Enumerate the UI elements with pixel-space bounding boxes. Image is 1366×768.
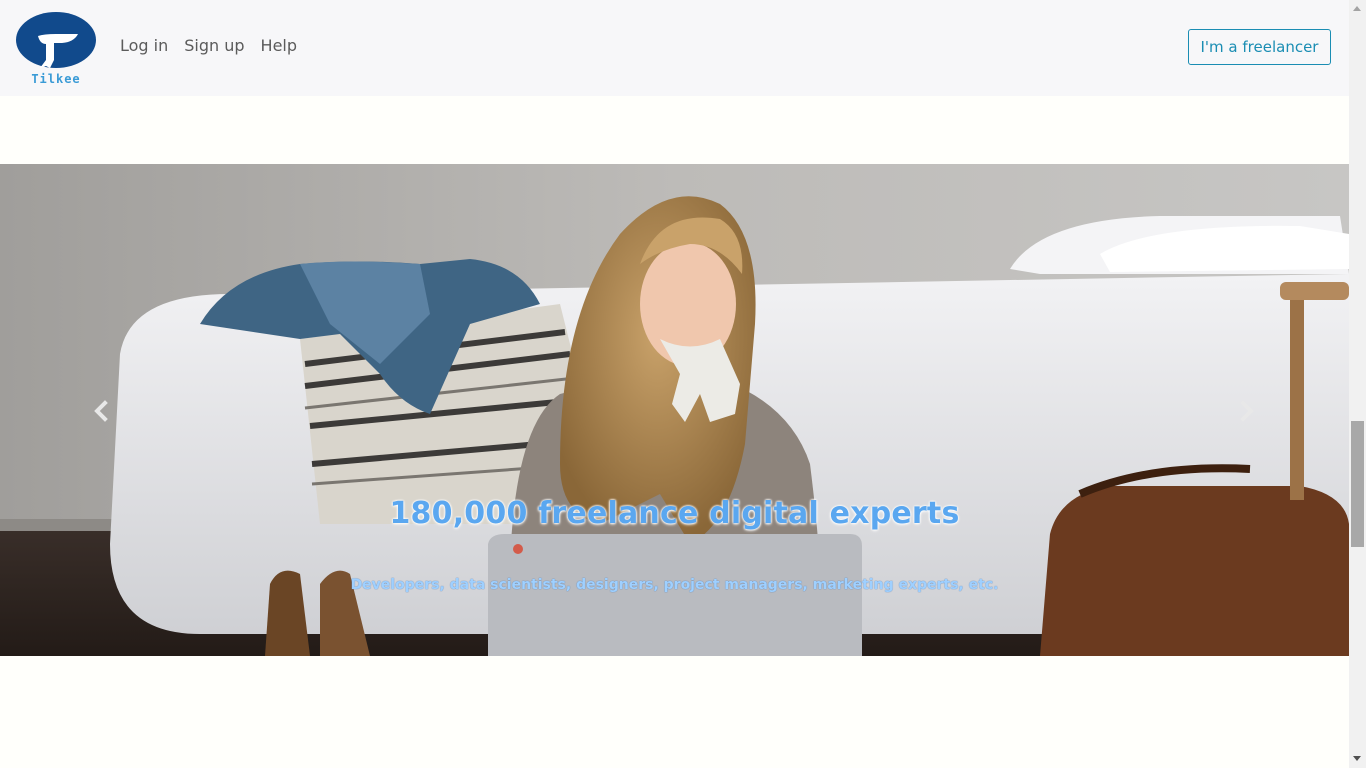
nav-signup-link[interactable]: Sign up (184, 36, 244, 56)
scroll-thumb[interactable] (1351, 421, 1364, 547)
nav-login-link[interactable]: Log in (120, 36, 168, 56)
brand-name: Tilkee (31, 72, 81, 86)
carousel-next-button[interactable] (1232, 396, 1262, 426)
page: Tilkee Log in Sign up Help I'm a freelan… (0, 0, 1349, 768)
scroll-up-arrow-icon[interactable] (1353, 6, 1361, 11)
carousel-prev-button[interactable] (86, 396, 116, 426)
page-scrollbar[interactable] (1349, 0, 1366, 768)
hero-subtitle: Developers, data scientists, designers, … (350, 577, 999, 593)
brand-logo[interactable]: Tilkee (16, 12, 96, 86)
scroll-down-arrow-icon[interactable] (1353, 756, 1361, 761)
chevron-right-icon (1240, 400, 1254, 422)
nav-help-link[interactable]: Help (261, 36, 297, 56)
freelancer-button[interactable]: I'm a freelancer (1188, 29, 1331, 65)
chevron-left-icon (94, 400, 108, 422)
hero-title: 180,000 freelance digital experts (389, 496, 960, 531)
site-header: Tilkee Log in Sign up Help I'm a freelan… (0, 0, 1349, 96)
main-nav: Log in Sign up Help (120, 36, 313, 56)
whale-logo-icon (16, 12, 96, 68)
